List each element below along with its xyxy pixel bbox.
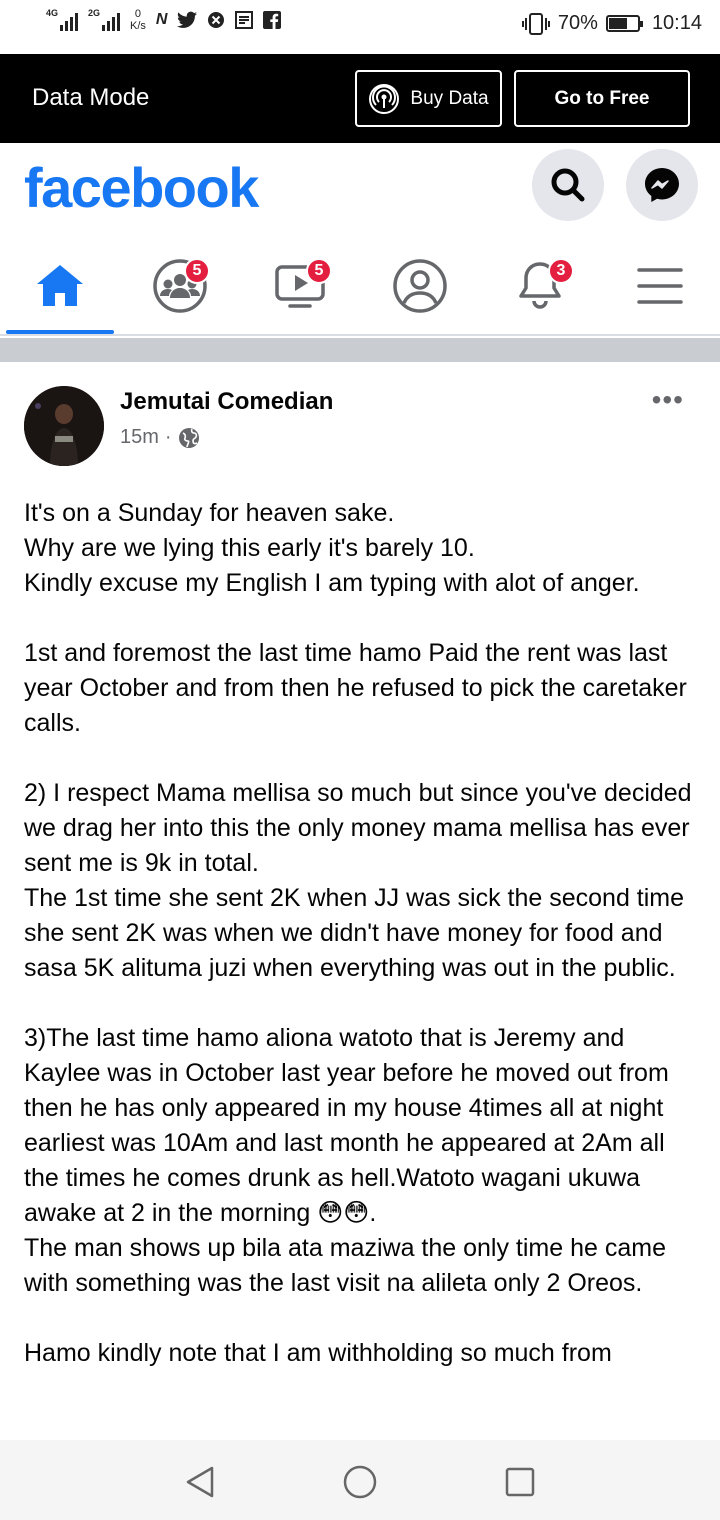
square-recents-icon: [505, 1467, 535, 1497]
clock: 10:14: [651, 12, 702, 34]
search-icon: [551, 168, 585, 202]
data-mode-bar: Data Mode Buy Data Go to Free: [0, 54, 720, 143]
facebook-small-icon: [263, 11, 282, 29]
post-paragraph: Hamo kindly note that I am withholding s…: [24, 1339, 612, 1367]
buy-data-label: Buy Data: [410, 87, 489, 109]
home-nav-button[interactable]: [340, 1462, 380, 1502]
author-avatar[interactable]: [24, 386, 104, 466]
status-right: 70% 10:14: [521, 12, 702, 35]
facebook-logo[interactable]: facebook: [24, 155, 259, 220]
vibrate-icon: [521, 12, 550, 35]
news-icon: [235, 11, 254, 29]
tab-home[interactable]: [0, 238, 120, 334]
notifications-badge: 3: [548, 258, 574, 284]
tab-groups[interactable]: 5: [120, 238, 240, 334]
circle-home-icon: [343, 1465, 377, 1499]
messenger-button[interactable]: [626, 149, 698, 221]
active-tab-indicator: [6, 330, 114, 334]
tab-notifications[interactable]: 3: [480, 238, 600, 334]
go-to-free-label: Go to Free: [554, 87, 650, 109]
signal-label-2: 2G: [88, 8, 101, 18]
go-to-free-button[interactable]: Go to Free: [514, 70, 690, 127]
network-speed-unit: K/s: [130, 20, 146, 32]
messenger-icon: [645, 168, 679, 202]
watch-badge: 5: [306, 258, 332, 284]
meta-separator: ·: [164, 426, 172, 448]
block-icon: [208, 12, 225, 28]
profile-icon: [393, 259, 447, 313]
recents-button[interactable]: [500, 1462, 540, 1502]
avatar-image: [24, 386, 104, 466]
tab-profile[interactable]: [360, 238, 480, 334]
twitter-icon: [177, 11, 198, 28]
feed-separator: [0, 338, 720, 362]
signal-icon-2: 2G: [88, 9, 120, 31]
broadcast-icon: [369, 83, 400, 114]
buy-data-button[interactable]: Buy Data: [355, 70, 502, 127]
post-author[interactable]: Jemutai Comedian: [120, 388, 333, 416]
post-body: It's on a Sunday for heaven sake. Why ar…: [24, 496, 700, 1371]
signal-label-1: 4G: [46, 8, 59, 18]
status-bar: 4G 2G 0 K/s N 70% 10:14: [0, 0, 720, 54]
post-time[interactable]: 15m: [120, 426, 159, 449]
post-meta: 15m ·: [120, 426, 200, 449]
network-speed: 0 K/s: [130, 8, 146, 32]
post-paragraph: 2) I respect Mama mellisa so much but si…: [24, 779, 692, 982]
post-paragraph: 3)The last time hamo aliona watoto that …: [24, 1024, 669, 1297]
back-button[interactable]: [180, 1462, 220, 1502]
tab-menu[interactable]: [600, 238, 720, 334]
system-nav-bar: [0, 1440, 720, 1520]
menu-icon: [637, 268, 683, 304]
post-paragraph: It's on a Sunday for heaven sake. Why ar…: [24, 499, 640, 597]
network-speed-value: 0: [134, 8, 142, 20]
signal-icon-1: 4G: [46, 9, 78, 31]
post-card: Jemutai Comedian 15m · ••• It's on a Sun…: [0, 362, 720, 1440]
data-mode-title: Data Mode: [32, 84, 150, 111]
globe-icon: [178, 427, 199, 448]
home-icon: [37, 265, 83, 306]
search-button[interactable]: [532, 149, 604, 221]
status-left: 4G 2G 0 K/s N: [46, 8, 282, 32]
tab-watch[interactable]: 5: [240, 238, 360, 334]
post-paragraph: 1st and foremost the last time hamo Paid…: [24, 639, 687, 737]
back-icon: [186, 1466, 214, 1498]
groups-badge: 5: [184, 258, 210, 284]
post-options-button[interactable]: •••: [652, 386, 684, 414]
battery-percent: 70%: [557, 12, 598, 34]
tab-bar: 5 5 3: [0, 238, 720, 336]
app-header: facebook: [0, 143, 720, 238]
battery-icon: [605, 15, 643, 32]
n-logo-icon: N: [155, 11, 168, 28]
